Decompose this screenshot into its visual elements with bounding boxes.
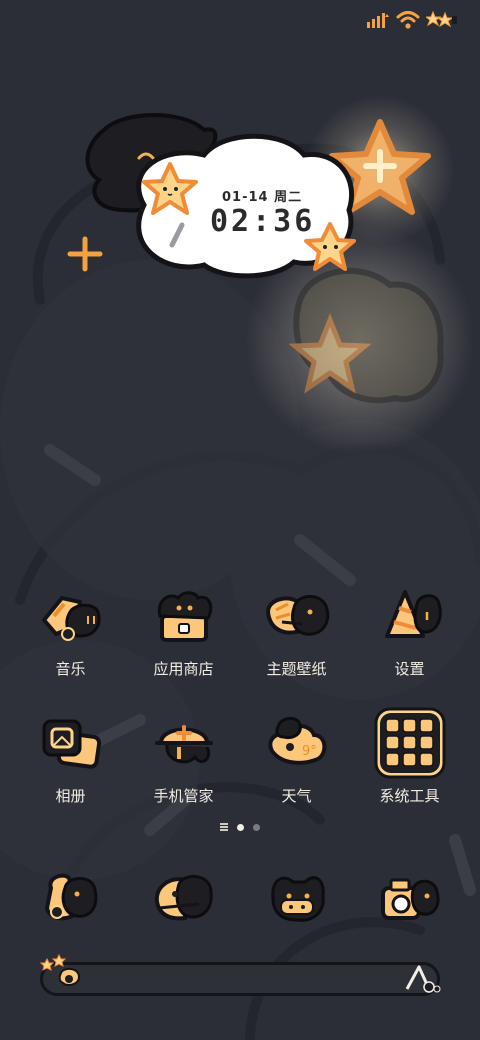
dock [14,862,466,934]
music-icon[interactable] [35,580,107,652]
app-label: 系统工具 [379,787,440,805]
app-music[interactable]: 音乐 [14,580,127,679]
star-cat-icon [39,953,81,986]
messages-icon[interactable] [148,862,220,934]
app-label: 音乐 [55,660,86,678]
clock-time: 02:36 [210,204,316,239]
assistant-icon[interactable] [403,961,443,995]
app-label: 应用商店 [153,660,214,678]
search-bar[interactable] [39,953,443,996]
status-bar [366,8,458,32]
app-label: 设置 [394,660,425,678]
app-grid: 音乐 应用商店 主题壁纸 设置 相册 手机管家 9° 天气 系统工具 [14,580,466,806]
app-system-tools[interactable]: 系统工具 [353,707,466,806]
phone-manager-icon[interactable] [148,707,220,779]
phone-icon[interactable] [35,862,107,934]
app-store-icon[interactable] [148,580,220,652]
weather-icon[interactable]: 9° [261,707,333,779]
page-indicator-menu [220,823,228,831]
app-weather[interactable]: 9° 天气 [240,707,353,806]
page-dot-active [237,823,244,831]
page-dot [253,823,260,831]
app-theme-wallpaper[interactable]: 主题壁纸 [240,580,353,679]
page-indicator[interactable] [0,823,480,831]
svg-text:9°: 9° [302,744,317,759]
app-label: 手机管家 [153,787,214,805]
clock-widget[interactable]: 01-14 周二 02:36 [84,110,374,290]
app-app-store[interactable]: 应用商店 [127,580,240,679]
gallery-icon[interactable] [35,707,107,779]
app-phone-manager[interactable]: 手机管家 [127,707,240,806]
app-settings[interactable]: 设置 [353,580,466,679]
star-battery-icon [426,10,457,28]
camera-icon[interactable] [374,862,446,934]
app-label: 主题壁纸 [266,660,327,678]
app-label: 相册 [55,787,86,805]
browser-icon[interactable] [261,862,333,934]
clock-date: 01-14 周二 [222,190,303,205]
system-tools-folder-icon[interactable] [374,707,446,779]
app-label: 天气 [281,787,312,805]
app-gallery[interactable]: 相册 [14,707,127,806]
signal-bars-icon [367,13,389,28]
theme-wallpaper-icon[interactable] [261,580,333,652]
wifi-icon [396,11,420,29]
settings-icon[interactable] [374,580,446,652]
